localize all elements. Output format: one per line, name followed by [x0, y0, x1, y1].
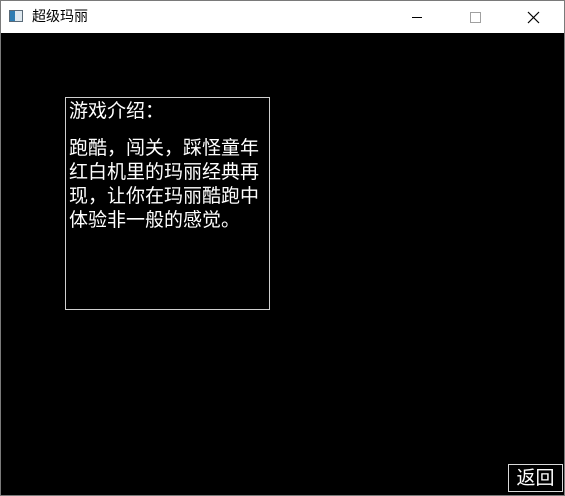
app-icon	[9, 10, 23, 22]
minimize-button[interactable]	[394, 1, 440, 33]
maximize-button[interactable]	[452, 1, 498, 33]
title-bar[interactable]: 超级玛丽	[1, 1, 564, 33]
intro-text: 跑酷，闯关，踩怪童年红白机里的玛丽经典再现，让你在玛丽酷跑中体验非一般的感觉。	[69, 137, 260, 231]
app-window: 超级玛丽 游戏介绍： 跑酷，闯关，踩怪童年红白机里的玛丽经典再现，让你在玛丽酷跑…	[0, 0, 565, 496]
game-canvas: 游戏介绍： 跑酷，闯关，踩怪童年红白机里的玛丽经典再现，让你在玛丽酷跑中体验非一…	[1, 33, 564, 495]
window-title: 超级玛丽	[32, 9, 88, 25]
back-button[interactable]: 返回	[508, 464, 563, 492]
intro-panel: 游戏介绍： 跑酷，闯关，踩怪童年红白机里的玛丽经典再现，让你在玛丽酷跑中体验非一…	[65, 97, 270, 310]
minimize-icon	[412, 17, 422, 18]
close-button[interactable]	[510, 1, 556, 33]
intro-heading: 游戏介绍：	[69, 100, 165, 122]
maximize-icon	[470, 12, 481, 23]
close-icon	[527, 11, 540, 24]
